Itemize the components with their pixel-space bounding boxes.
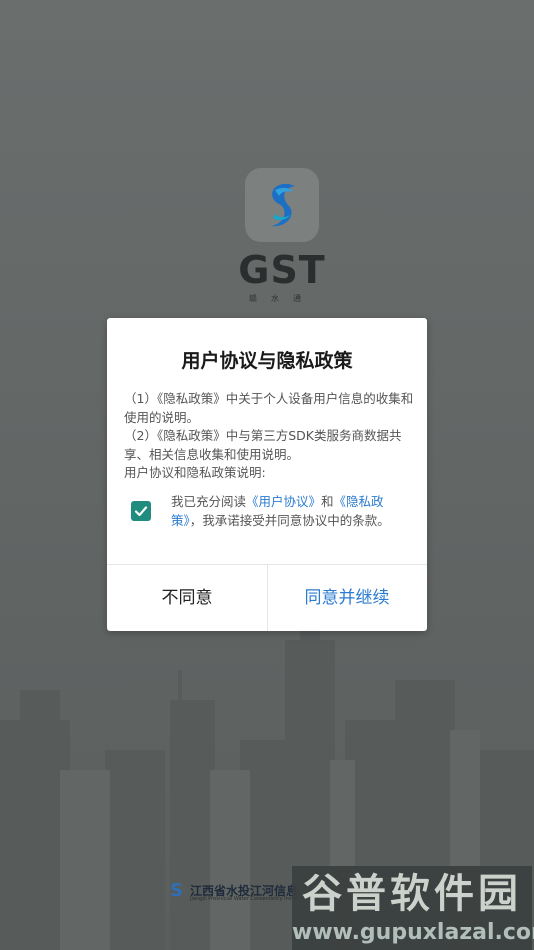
watermark-url: www.gupuxlazal.com xyxy=(292,920,534,945)
brand-title: GST xyxy=(238,248,326,292)
agree-checkbox[interactable] xyxy=(131,501,151,521)
site-watermark: 谷普软件园 www.gupuxlazal.com xyxy=(292,866,534,950)
app-logo-icon xyxy=(245,168,319,242)
org-mark-icon: S xyxy=(170,880,183,901)
agree-prefix: 我已充分阅读 xyxy=(171,494,247,509)
agree-statement: 我已充分阅读《用户协议》和《隐私政策》，我承诺接受并同意协议中的条款。 xyxy=(171,493,401,530)
brand-subtitle: 赣水通 xyxy=(249,294,315,303)
agree-row: 我已充分阅读《用户协议》和《隐私政策》，我承诺接受并同意协议中的条款。 xyxy=(131,493,401,535)
watermark-title: 谷普软件园 xyxy=(302,871,522,917)
dialog-body: （1）《隐私政策》中关于个人设备用户信息的收集和使用的说明。 （2）《隐私政策》… xyxy=(124,390,414,483)
dialog-title: 用户协议与隐私政策 xyxy=(181,350,353,372)
user-agreement-link[interactable]: 《用户协议》 xyxy=(246,494,321,509)
footer-org-logo: S 江西省水投江河信息 Jiangxi Provincial Water Con… xyxy=(170,880,312,902)
and-text: 和 xyxy=(321,494,334,509)
policy-paragraph: （1）《隐私政策》中关于个人设备用户信息的收集和使用的说明。 xyxy=(124,391,414,425)
policy-paragraph: （2）《隐私政策》中与第三方SDK类服务商数据共享、相关信息收集和使用说明。 xyxy=(124,428,402,462)
agree-suffix: ，我承诺接受并同意协议中的条款。 xyxy=(189,512,390,528)
checkmark-icon xyxy=(134,506,148,517)
disagree-button[interactable]: 不同意 xyxy=(107,565,267,631)
privacy-dialog: 用户协议与隐私政策 （1）《隐私政策》中关于个人设备用户信息的收集和使用的说明。… xyxy=(107,318,427,631)
agree-continue-button[interactable]: 同意并继续 xyxy=(267,565,427,631)
policy-paragraph: 用户协议和隐私政策说明: xyxy=(124,465,266,480)
